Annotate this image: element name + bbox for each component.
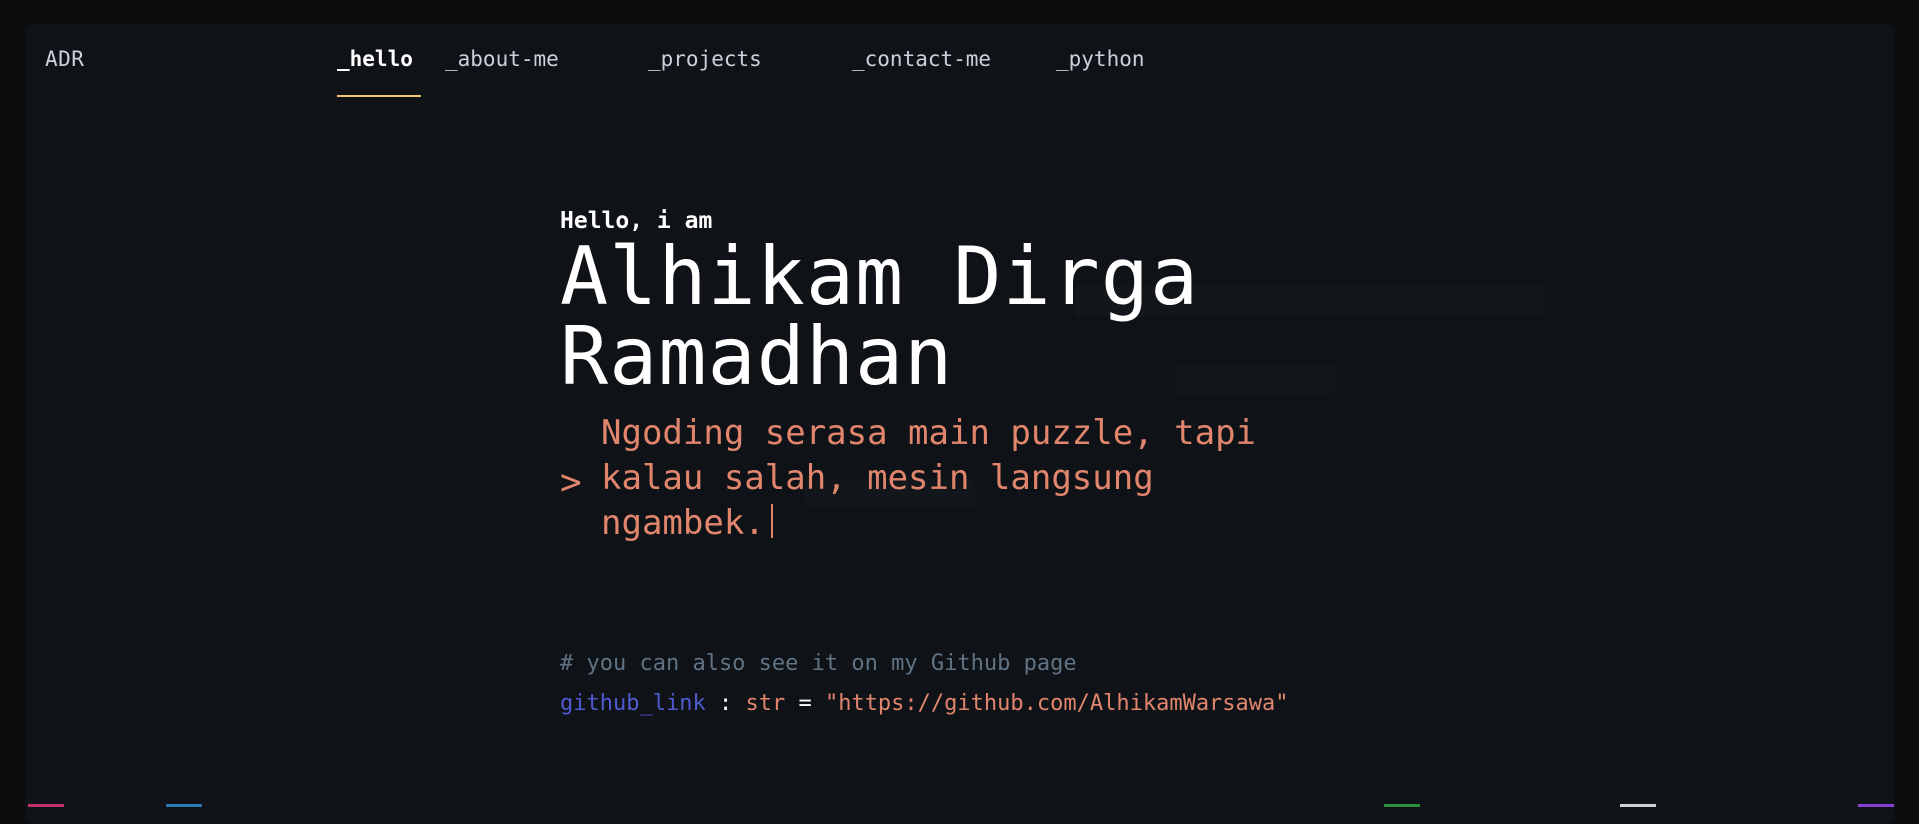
tagline-line-3-wrap: ngambek. <box>601 501 1301 546</box>
active-tab-underline <box>337 95 421 97</box>
nav-item-label: _about-me <box>445 47 559 71</box>
nav-item-projects[interactable]: _projects <box>648 47 762 71</box>
name-line-1: Alhikam Dirga <box>560 230 1200 323</box>
tagline-line-2: kalau salah, mesin langsung <box>601 458 1154 498</box>
equals-token: = <box>798 691 812 716</box>
type-token: str <box>745 691 786 716</box>
nav-item-about-me[interactable]: _about-me <box>445 47 559 71</box>
nav-item-label: _hello <box>337 47 413 71</box>
name-line-2: Ramadhan <box>560 310 954 403</box>
colon-token: : <box>718 691 733 716</box>
background-decoration <box>1175 364 1335 394</box>
nav-item-python[interactable]: _python <box>1056 47 1145 71</box>
site-logo[interactable]: ADR <box>45 47 84 71</box>
code-line-github: github_link : str = "https://github.com/… <box>560 691 1289 716</box>
typing-tagline: Ngoding serasa main puzzle, tapi kalau s… <box>601 411 1301 546</box>
github-link[interactable]: "https://github.com/AlhikamWarsawa" <box>825 691 1289 716</box>
nav-item-label: _python <box>1056 47 1145 71</box>
tagline-line-3: ngambek. <box>601 503 765 543</box>
nav-item-label: _projects <box>648 47 762 71</box>
tagline-line-1: Ngoding serasa main puzzle, tapi <box>601 413 1257 453</box>
code-comment: # you can also see it on my Github page <box>560 651 1077 676</box>
variable-name: github_link <box>560 691 706 716</box>
app-window: ADR _hello _about-me _projects _contact-… <box>25 24 1895 824</box>
nav-item-contact-me[interactable]: _contact-me <box>852 47 991 71</box>
nav-item-hello[interactable]: _hello <box>337 47 421 97</box>
prompt-symbol: > <box>560 462 582 503</box>
nav-item-label: _contact-me <box>852 47 992 71</box>
typing-cursor <box>770 504 773 538</box>
